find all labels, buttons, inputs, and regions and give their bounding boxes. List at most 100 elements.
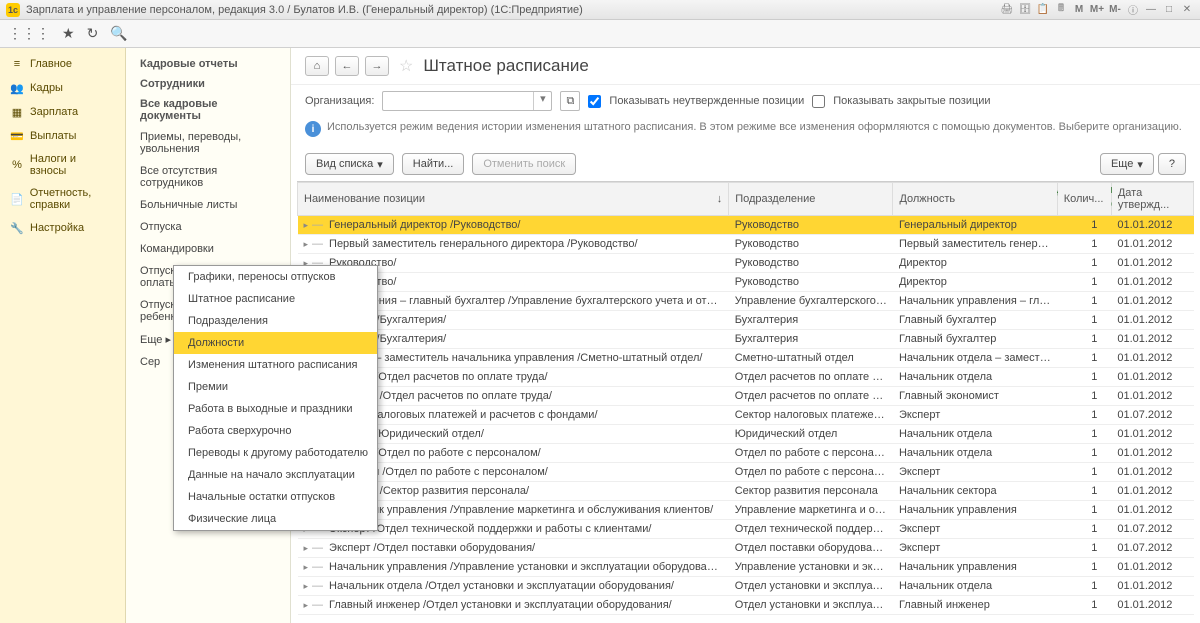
popup-item-11[interactable]: Физические лица [174,508,377,530]
table-row[interactable]: ▸—/Сектор налоговых платежей и расчетов … [298,406,1194,425]
info-text: Используется режим ведения истории измен… [327,121,1182,133]
minimize-icon[interactable]: — [1144,3,1158,17]
table-row[interactable]: ▸—Первый заместитель генерального директ… [298,235,1194,254]
table-row[interactable]: ▸—Руководство/РуководствоДиректор101.01.… [298,254,1194,273]
table-row[interactable]: ▸—Начальник отдела /Отдел установки и эк… [298,577,1194,596]
expand-icon[interactable]: ▸ [304,581,309,591]
leftnav-icon: 💳 [10,129,24,143]
m-icon[interactable]: M [1072,3,1086,17]
view-mode-button[interactable]: Вид списка ▾ [305,153,394,175]
leftnav-icon: 🔧 [10,221,24,235]
col-header-0[interactable]: Наименование позиции↓ [298,183,729,216]
leftnav-item-2[interactable]: ▦Зарплата [0,100,125,124]
forward-button[interactable]: → [365,56,389,76]
star-icon[interactable]: ★ [62,25,75,42]
table-row[interactable]: ▸—ухгалтер /Бухгалтерия/БухгалтерияГлавн… [298,311,1194,330]
show-closed-checkbox[interactable] [812,95,825,108]
secondnav-link-2[interactable]: Больничные листы [126,194,290,216]
leftnav-item-0[interactable]: ≡Главное [0,52,125,76]
mplus-icon[interactable]: M+ [1090,3,1104,17]
col-header-1[interactable]: Подразделение [729,183,893,216]
secondnav-link-0[interactable]: Приемы, переводы, увольнения [126,126,290,160]
dash-icon: — [312,561,323,573]
help-button[interactable]: ? [1158,153,1186,175]
popup-item-7[interactable]: Работа сверхурочно [174,420,377,442]
secondnav-link-1[interactable]: Все отсутствия сотрудников [126,160,290,194]
home-button[interactable]: ⌂ [305,56,329,76]
popup-item-1[interactable]: Штатное расписание [174,288,377,310]
popup-item-2[interactable]: Подразделения [174,310,377,332]
table-row[interactable]: ▸—к управления – главный бухгалтер /Упра… [298,292,1194,311]
cancel-search-button[interactable]: Отменить поиск [472,153,576,175]
popup-item-3[interactable]: Должности [174,332,377,354]
leftnav-label: Настройка [30,222,84,234]
table-row[interactable]: ▸—к отдела – заместитель начальника упра… [298,349,1194,368]
table-row[interactable]: ▸—к отдела /Юридический отдел/Юридически… [298,425,1194,444]
staffing-table[interactable]: Наименование позиции↓ПодразделениеДолжно… [297,181,1194,617]
popup-item-5[interactable]: Премии [174,376,377,398]
table-row[interactable]: ▸—Главный инженер /Отдел установки и экс… [298,596,1194,615]
mminus-icon[interactable]: M- [1108,3,1122,17]
popup-item-8[interactable]: Переводы к другому работодателю [174,442,377,464]
expand-icon[interactable]: ▸ [304,562,309,572]
table-row[interactable]: ▸—Эксперт /Отдел поставки оборудования/О… [298,539,1194,558]
popup-item-6[interactable]: Работа в выходные и праздники [174,398,377,420]
leftnav-item-3[interactable]: 💳 Выплаты [0,124,125,148]
leftnav-item-1[interactable]: 👥Кадры [0,76,125,100]
expand-icon[interactable]: ▸ [304,239,309,249]
table-row[interactable]: ▸—Генеральный директор /Руководство/Руко… [298,216,1194,235]
copy-icon[interactable]: 📋 [1036,3,1050,17]
secondnav-link-4[interactable]: Командировки [126,238,290,260]
leftnav-item-5[interactable]: 📄Отчетность, справки [0,182,125,216]
expand-icon[interactable]: ▸ [304,600,309,610]
apps-icon[interactable]: ⋮⋮⋮ [8,25,50,42]
history-icon[interactable]: ↻ [87,25,99,42]
leftnav-label: Выплаты [30,130,76,142]
second-nav-head1[interactable]: Кадровые отчеты [126,54,290,74]
leftnav-label: Главное [30,58,72,70]
col-header-4[interactable]: Дата утвержд... [1111,183,1193,216]
close-icon[interactable]: ✕ [1180,3,1194,17]
maximize-icon[interactable]: □ [1162,3,1176,17]
org-label: Организация: [305,95,374,107]
popup-item-10[interactable]: Начальные остатки отпусков [174,486,377,508]
back-button[interactable]: ← [335,56,359,76]
db-icon[interactable]: 🗄 [1018,3,1032,17]
col-header-2[interactable]: Должность [893,183,1057,216]
col-header-3[interactable]: Колич... [1057,183,1111,216]
find-button[interactable]: Найти... [402,153,465,175]
secondnav-link-3[interactable]: Отпуска [126,216,290,238]
org-link-button[interactable]: ⧉ [560,91,580,111]
expand-icon[interactable]: ▸ [304,220,309,230]
table-row[interactable]: ▸—кономист /Отдел расчетов по оплате тру… [298,387,1194,406]
more-button[interactable]: Еще ▾ [1100,153,1154,175]
popup-item-9[interactable]: Данные на начало эксплуатации [174,464,377,486]
table-row[interactable]: ▸—к отдела /Отдел расчетов по оплате тру… [298,368,1194,387]
leftnav-item-6[interactable]: 🔧 Настройка [0,216,125,240]
table-row[interactable]: ▸—категории /Отдел по работе с персонало… [298,463,1194,482]
top-toolbar: ⋮⋮⋮ ★ ↻ 🔍 [0,20,1200,48]
calc-icon[interactable]: 🖩 [1054,3,1068,17]
table-row[interactable]: ▸—Эксперт /Отдел технической поддержки и… [298,520,1194,539]
popup-item-0[interactable]: Графики, переносы отпусков [174,266,377,288]
table-row[interactable]: ▸—к сектора /Сектор развития персонала/С… [298,482,1194,501]
show-unapproved-checkbox[interactable] [588,95,601,108]
table-row[interactable]: ▸—ухгалтер /Бухгалтерия/БухгалтерияГлавн… [298,330,1194,349]
print-icon[interactable]: 🖨 [1000,3,1014,17]
search-icon[interactable]: 🔍 [110,25,127,42]
org-combo[interactable]: ▾ [382,91,552,111]
table-row[interactable]: ▸—Начальник управления /Управление устан… [298,558,1194,577]
table-row[interactable]: ▸—Руководство/РуководствоДиректор101.01.… [298,273,1194,292]
leftnav-item-4[interactable]: %Налоги и взносы [0,148,125,182]
titlebar-actions: 🖨 🗄 📋 🖩 M M+ M- ⓘ — □ ✕ [1000,3,1194,17]
second-nav-head3[interactable]: Все кадровые документы [126,94,290,126]
popup-item-4[interactable]: Изменения штатного расписания [174,354,377,376]
second-nav-head2[interactable]: Сотрудники [126,74,290,94]
leftnav-label: Отчетность, справки [30,187,115,211]
table-row[interactable]: ▸—к отдела /Отдел по работе с персоналом… [298,444,1194,463]
favorite-icon[interactable]: ☆ [399,56,413,76]
info-icon[interactable]: ⓘ [1126,3,1140,17]
table-row[interactable]: ▸—Начальник управления /Управление марке… [298,501,1194,520]
expand-icon[interactable]: ▸ [304,543,309,553]
show-unapproved-label: Показывать неутвержденные позиции [609,95,804,107]
